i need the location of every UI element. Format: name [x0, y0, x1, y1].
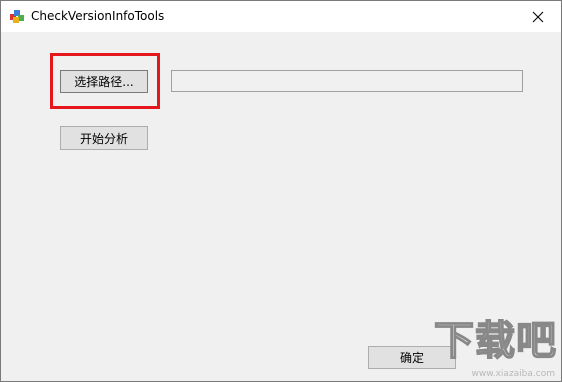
- ok-button[interactable]: 确定: [368, 346, 456, 369]
- path-input[interactable]: [171, 70, 523, 92]
- close-icon: [532, 11, 544, 22]
- client-area: 选择路径... 开始分析 确定: [1, 32, 561, 381]
- app-icon: [10, 10, 24, 23]
- window-title: CheckVersionInfoTools: [31, 9, 165, 23]
- title-bar[interactable]: CheckVersionInfoTools: [1, 1, 561, 32]
- close-button[interactable]: [515, 1, 561, 32]
- start-analysis-button[interactable]: 开始分析: [60, 126, 148, 150]
- select-path-button[interactable]: 选择路径...: [60, 70, 148, 93]
- app-window: CheckVersionInfoTools 选择路径... 开始分析 确定 下载…: [0, 0, 562, 382]
